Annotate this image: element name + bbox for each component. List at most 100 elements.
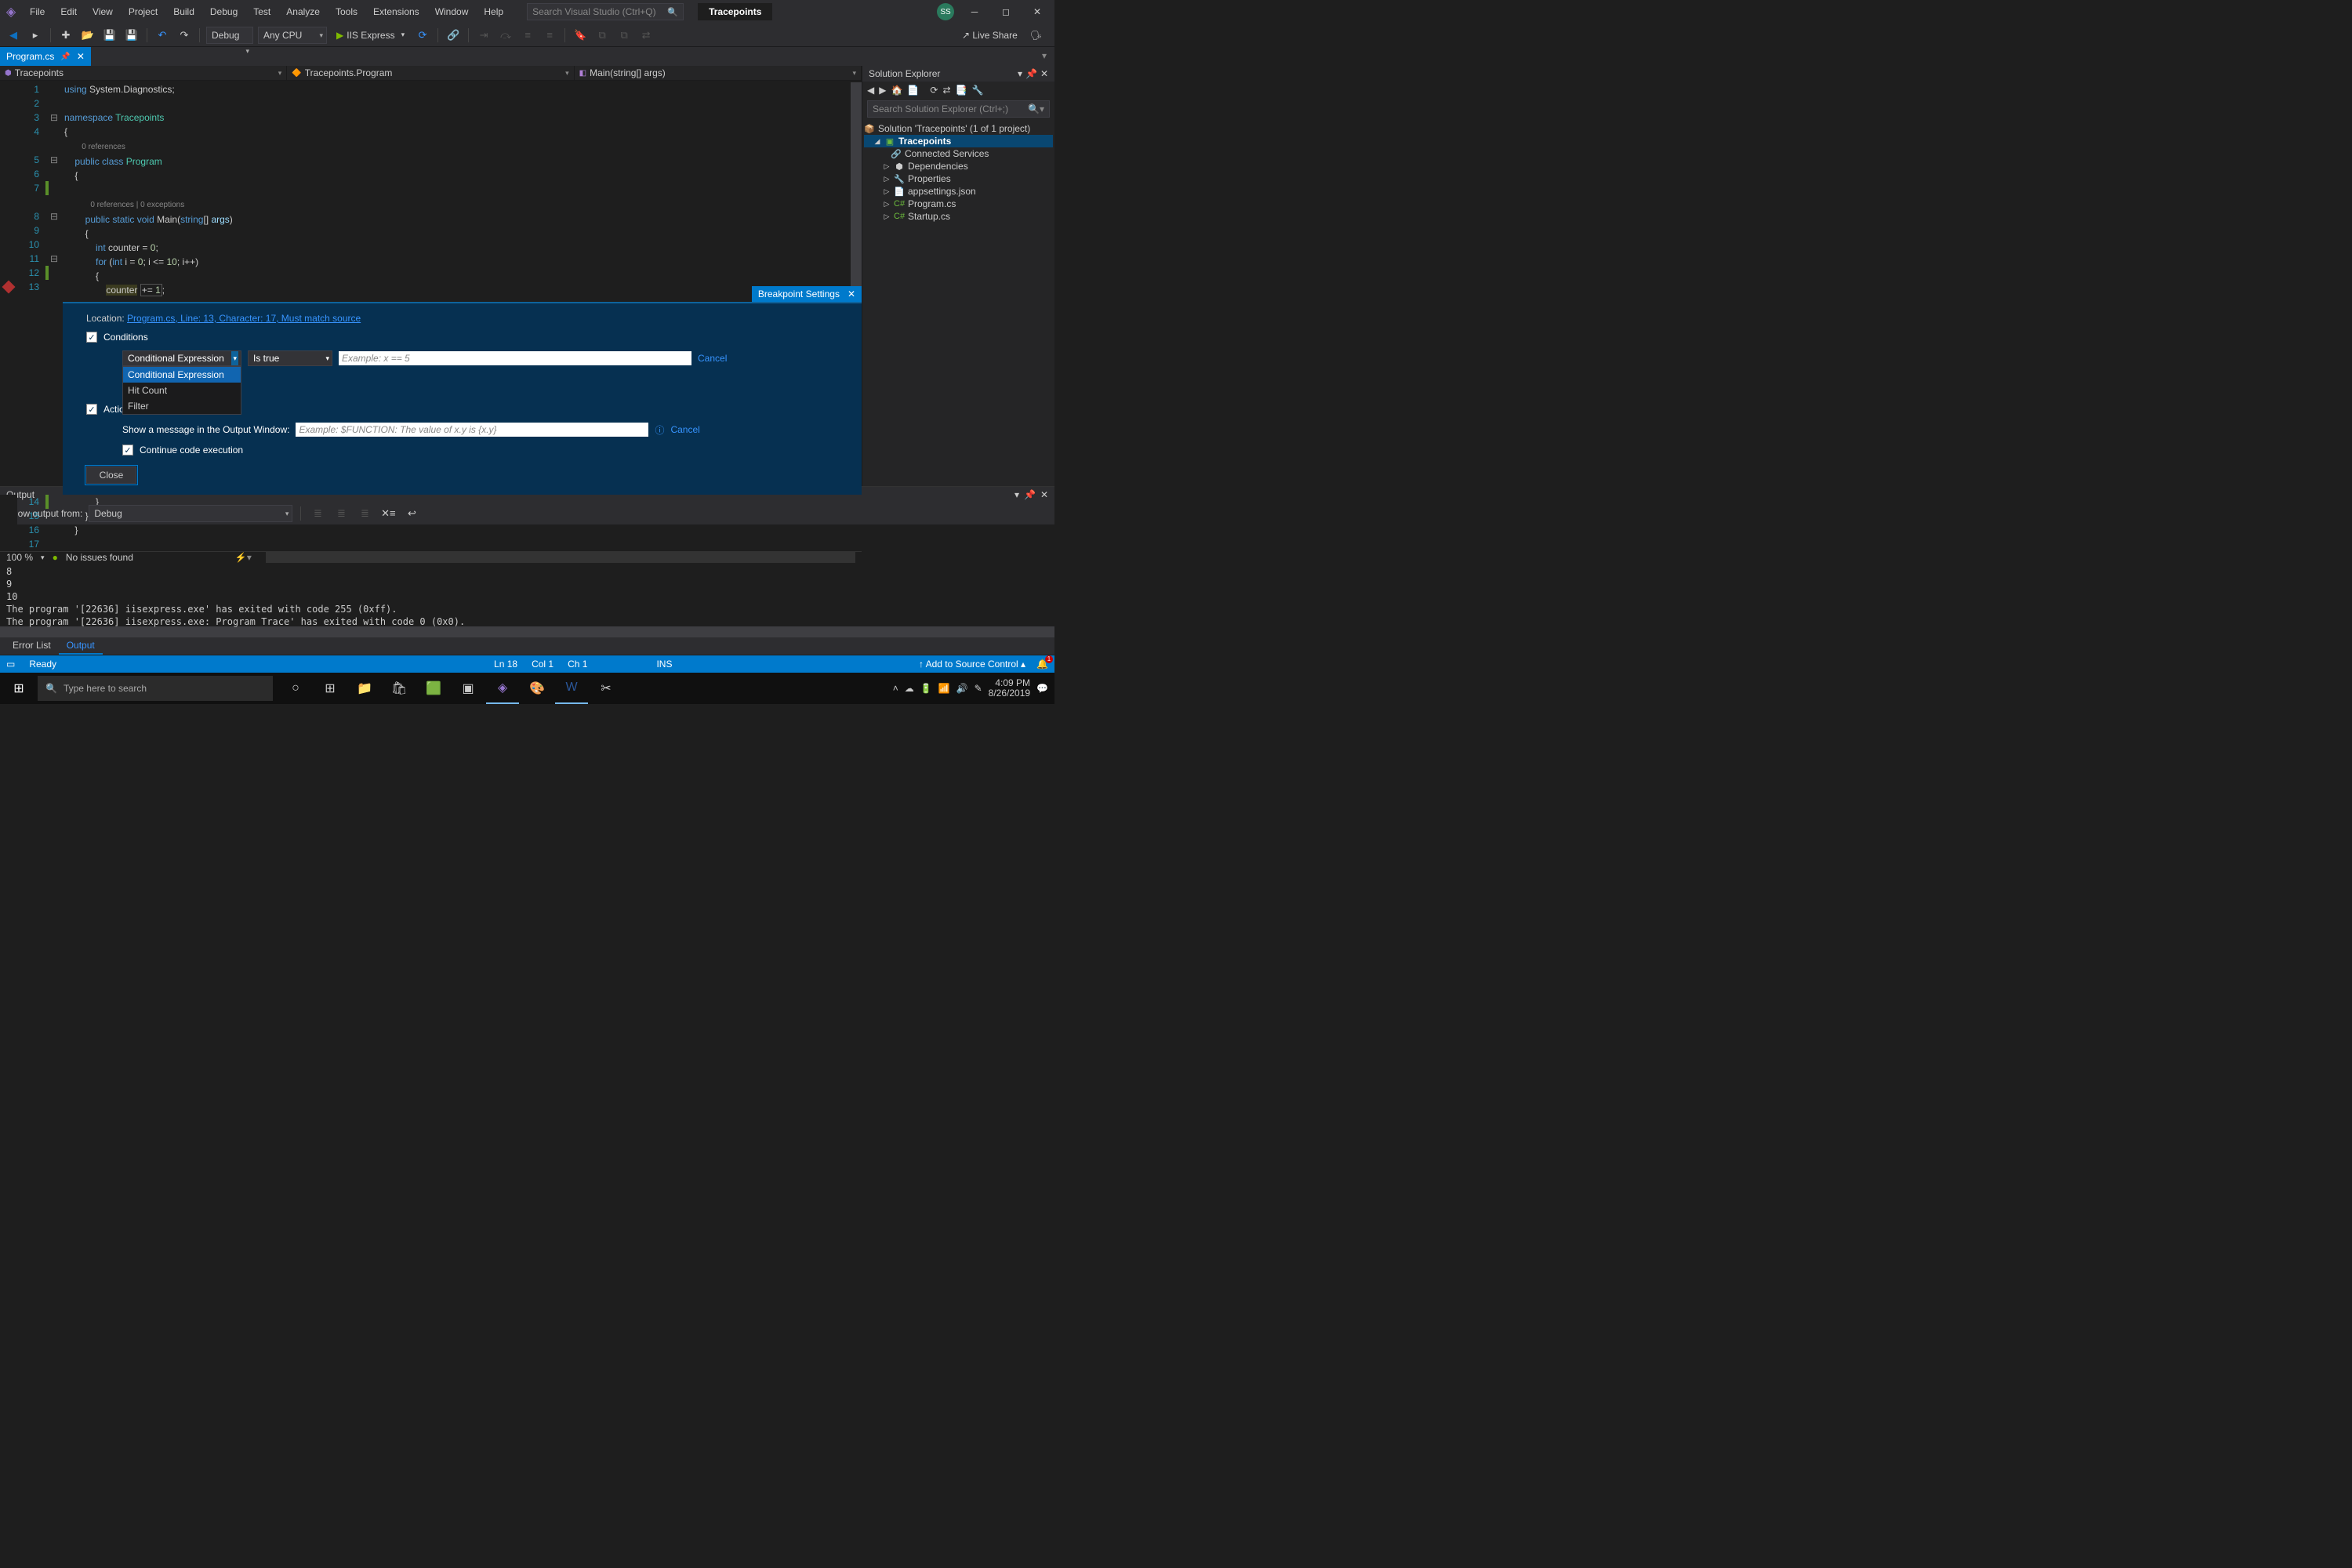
pin-icon[interactable]: 📌 (1024, 489, 1036, 500)
menu-analyze[interactable]: Analyze (278, 2, 328, 22)
vertical-scrollbar[interactable] (851, 82, 862, 297)
redo-icon[interactable]: ↷ (176, 27, 193, 44)
wifi-icon[interactable]: 📶 (938, 683, 950, 694)
solution-tree[interactable]: 📦Solution 'Tracepoints' (1 of 1 project)… (862, 119, 1054, 226)
tree-connected-services[interactable]: 🔗Connected Services (864, 147, 1053, 160)
close-icon[interactable]: ✕ (1040, 489, 1048, 500)
tree-solution[interactable]: 📦Solution 'Tracepoints' (1 of 1 project) (864, 122, 1053, 135)
snip-icon[interactable]: ✂ (590, 673, 622, 704)
user-avatar[interactable]: SS (937, 3, 954, 20)
undo-icon[interactable]: ↶ (154, 27, 171, 44)
app1-icon[interactable]: 🟩 (417, 673, 450, 704)
close-window-button[interactable]: ✕ (1026, 2, 1048, 21)
step-over-icon[interactable]: ⤼ (497, 27, 514, 44)
menu-test[interactable]: Test (245, 2, 278, 22)
bp-location-link[interactable]: Program.cs, Line: 13, Character: 17, Mus… (127, 313, 361, 324)
platform-dropdown[interactable]: Any CPU (258, 27, 327, 44)
opt-hit-count[interactable]: Hit Count (123, 383, 241, 398)
pen-icon[interactable]: ✎ (975, 683, 982, 694)
comment-icon[interactable]: ⧉ (593, 27, 611, 44)
terminal-icon[interactable]: ▣ (452, 673, 485, 704)
output-message-input[interactable]: Example: $FUNCTION: The value of x.y is … (296, 423, 648, 437)
search-visual-studio[interactable]: Search Visual Studio (Ctrl+Q) 🔍 (527, 3, 684, 20)
horizontal-scrollbar[interactable] (266, 552, 855, 563)
nav-method[interactable]: ◧Main(string[] args) (575, 66, 862, 80)
figma-icon[interactable]: 🎨 (521, 673, 554, 704)
refresh-icon[interactable]: ⟳ (930, 85, 938, 96)
issues-summary[interactable]: No issues found (66, 552, 133, 563)
menu-window[interactable]: Window (427, 2, 477, 22)
save-icon[interactable]: 💾 (101, 27, 118, 44)
onedrive-icon[interactable]: ☁ (905, 683, 914, 694)
opt-conditional-expression[interactable]: Conditional Expression (123, 367, 241, 383)
document-tab-program[interactable]: Program.cs 📌 ✕ (0, 47, 91, 66)
menu-debug[interactable]: Debug (202, 2, 245, 22)
refresh-icon[interactable]: ⟳ (414, 27, 431, 44)
word-icon[interactable]: W (555, 673, 588, 704)
tab-error-list[interactable]: Error List (5, 637, 59, 655)
bookmark-icon[interactable]: 🔖 (572, 27, 589, 44)
menu-extensions[interactable]: Extensions (365, 2, 427, 22)
taskbar-search[interactable]: 🔍 Type here to search (38, 676, 273, 701)
menu-view[interactable]: View (85, 2, 121, 22)
uncomment-icon[interactable]: ⧉ (615, 27, 633, 44)
code-editor-tail[interactable]: 14151617 } } } (0, 495, 862, 551)
feedback-icon[interactable]: 🗣 (1030, 30, 1042, 41)
open-icon[interactable]: 📂 (79, 27, 96, 44)
conditions-checkbox[interactable]: ✓ (86, 332, 97, 343)
tree-project[interactable]: ◢▣Tracepoints (864, 135, 1053, 147)
condition-expression-input[interactable]: Example: x == 5 (339, 351, 691, 365)
close-tab-icon[interactable]: ✕ (77, 51, 85, 62)
condition-type-dropdown[interactable]: Conditional Expression (122, 350, 241, 366)
info-icon[interactable]: ⓘ (655, 423, 664, 437)
nav-fwd-icon[interactable]: ▸ (27, 27, 44, 44)
bp-close-icon[interactable]: ✕ (848, 289, 855, 299)
dropdown-icon[interactable]: ▾ (1014, 489, 1019, 500)
add-to-source-control[interactable]: ↑ Add to Source Control ▴ (919, 659, 1025, 670)
zoom-level[interactable]: 100 % (6, 552, 33, 563)
start-button[interactable]: ⊞ (0, 673, 38, 704)
fwd-icon[interactable]: ▶ (879, 85, 886, 96)
cancel-condition-link[interactable]: Cancel (698, 353, 727, 364)
tree-dependencies[interactable]: ▷⬢Dependencies (864, 160, 1053, 172)
file-explorer-icon[interactable]: 📁 (348, 673, 381, 704)
tab-overflow-icon[interactable]: ▾ (1034, 47, 1054, 66)
condition-eval-dropdown[interactable]: Is true (248, 350, 332, 366)
tree-startup-cs[interactable]: ▷C#Startup.cs (864, 210, 1053, 223)
menu-build[interactable]: Build (165, 2, 202, 22)
menu-file[interactable]: File (22, 2, 53, 22)
output-source-dropdown[interactable]: Debug (89, 505, 292, 522)
show-all-icon[interactable]: 📑 (956, 85, 967, 96)
output-horizontal-scrollbar[interactable] (0, 626, 1054, 637)
breakpoint-gutter[interactable] (0, 82, 17, 297)
home-icon[interactable]: 🏠 (891, 85, 902, 96)
toggle-icon[interactable]: ⇄ (637, 27, 655, 44)
tracepoint-glyph[interactable] (2, 281, 16, 294)
pin-icon[interactable]: 📌 (60, 53, 70, 61)
maximize-button[interactable]: ◻ (995, 2, 1017, 21)
indent-more-icon[interactable]: ≡ (541, 27, 558, 44)
menu-project[interactable]: Project (121, 2, 165, 22)
volume-icon[interactable]: 🔊 (956, 683, 968, 694)
code-body[interactable]: using System.Diagnostics; namespace Trac… (61, 82, 233, 297)
fold-gutter[interactable]: ⊟ ⊟ ⊟ ⊟ (50, 82, 61, 297)
lightning-icon[interactable]: ⚡▾ (235, 552, 252, 563)
nav-back-icon[interactable]: ◀ (5, 27, 22, 44)
nav-class[interactable]: 🔶Tracepoints.Program (287, 66, 574, 80)
tree-properties[interactable]: ▷🔧Properties (864, 172, 1053, 185)
action-center-icon[interactable]: 💬 (1036, 683, 1048, 694)
cancel-action-link[interactable]: Cancel (670, 424, 699, 435)
menu-edit[interactable]: Edit (53, 2, 85, 22)
collapse-icon[interactable]: ⇄ (942, 85, 950, 96)
code-editor[interactable]: 1234 567 8910111213 ⊟ ⊟ ⊟ ⊟ using System… (0, 81, 862, 297)
config-dropdown[interactable]: Debug (206, 27, 253, 44)
visual-studio-icon[interactable]: ◈ (486, 673, 519, 704)
save-all-icon[interactable]: 💾 (123, 27, 140, 44)
continue-exec-checkbox[interactable]: ✓ (122, 445, 133, 456)
tree-program-cs[interactable]: ▷C#Program.cs (864, 198, 1053, 210)
actions-checkbox[interactable]: ✓ (86, 404, 97, 415)
se-search-input[interactable]: Search Solution Explorer (Ctrl+;)🔍▾ (867, 100, 1050, 118)
task-view-icon[interactable]: ⊞ (314, 673, 347, 704)
properties-icon[interactable]: 🔧 (971, 85, 983, 96)
cortana-icon[interactable]: ○ (279, 673, 312, 704)
